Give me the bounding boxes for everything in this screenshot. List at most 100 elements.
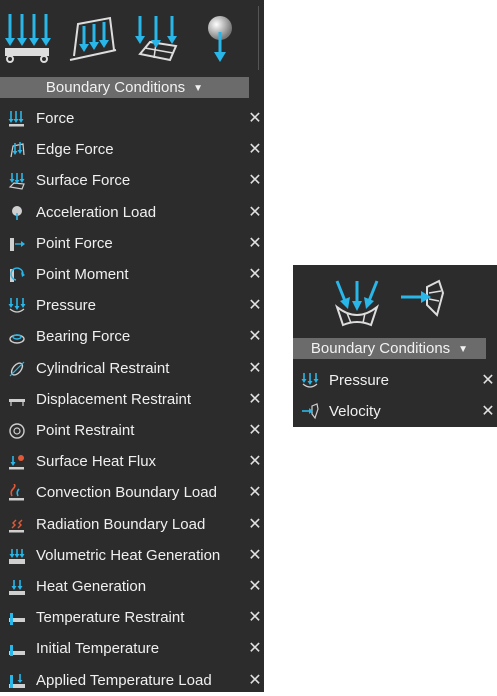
pressure-tool-icon[interactable] [331,279,383,327]
list-item[interactable]: Displacement Restraint ✕ [0,384,264,415]
pressure-icon [8,298,26,313]
pressure-icon [301,373,319,388]
list-item[interactable]: Point Moment ✕ [0,259,264,290]
close-icon[interactable]: ✕ [248,228,262,259]
boundary-conditions-dropdown[interactable]: Boundary Conditions ▼ [293,338,486,359]
velocity-tool-icon[interactable] [399,279,447,319]
close-icon[interactable]: ✕ [248,477,262,508]
list-item-label: Heat Generation [36,578,147,595]
force-icon [8,111,24,127]
close-icon[interactable]: ✕ [248,446,262,477]
surface-force-tool-icon[interactable] [132,14,180,64]
list-item-label: Bearing Force [36,328,131,346]
list-item[interactable]: Acceleration Load ✕ [0,197,264,228]
list-item-label: Convection Boundary Load [36,484,217,502]
list-item[interactable]: Initial Temperature ✕ [0,633,264,664]
close-icon[interactable]: ✕ [248,665,262,696]
chevron-down-icon: ▼ [193,83,204,94]
boundary-conditions-panel: Boundary Conditions ▼ Force ✕ Edge Force ✕ Su… [0,0,264,692]
list-item[interactable]: Surface Force ✕ [0,165,264,196]
list-item[interactable]: Volumetric Heat Generation ✕ [0,540,264,571]
close-icon[interactable]: ✕ [248,321,262,352]
close-icon[interactable]: ✕ [481,396,495,427]
list-item[interactable]: Edge Force ✕ [0,134,264,165]
list-item[interactable]: Convection Boundary Load ✕ [0,477,264,508]
surface-heat-flux-icon [9,455,24,470]
close-icon[interactable]: ✕ [248,602,262,633]
close-icon[interactable]: ✕ [248,384,262,415]
list-item-label: Point Force [36,234,113,252]
close-icon[interactable]: ✕ [248,134,262,165]
point-force-icon [10,237,25,251]
acceleration-load-tool-icon[interactable] [204,14,236,64]
displacement-restraint-icon [9,398,25,406]
close-icon[interactable]: ✕ [248,197,262,228]
convection-icon [9,484,24,501]
point-restraint-icon [9,423,25,439]
list-item[interactable]: Applied Temperature Load ✕ [0,665,264,696]
close-icon[interactable]: ✕ [248,290,262,321]
list-item-label: Surface Heat Flux [36,453,157,471]
list-item[interactable]: Force ✕ [0,103,264,134]
list-item[interactable]: Pressure ✕ [293,365,497,396]
list-item-label: Pressure [36,297,97,315]
boundary-conditions-label: Boundary Conditions [45,79,186,96]
velocity-icon [302,403,319,420]
close-icon[interactable]: ✕ [248,633,262,664]
list-item-label: Point Moment [36,266,129,283]
acceleration-load-icon [12,205,22,220]
bearing-force-icon [9,334,25,345]
list-item-label: Cylindrical Restraint [36,359,170,377]
boundary-conditions-label: Boundary Conditions [310,340,451,357]
list-item[interactable]: Heat Generation ✕ [0,571,264,602]
boundary-conditions-dropdown[interactable]: Boundary Conditions ▼ [0,77,249,98]
list-item-label: Temperature Restraint [36,609,185,627]
close-icon[interactable]: ✕ [481,365,495,396]
list-item-label: Point Restraint [36,422,135,439]
edge-force-icon [10,142,25,158]
fluid-boundary-conditions-panel: Boundary Conditions ▼ Pressure ✕ Velocity ✕ [293,265,497,427]
chevron-down-icon: ▼ [458,344,469,355]
initial-temperature-icon [9,645,25,657]
point-moment-icon [10,267,25,282]
surface-force-icon [8,173,25,191]
edge-force-tool-icon[interactable] [66,14,118,64]
close-icon[interactable]: ✕ [248,540,262,571]
list-item[interactable]: Point Restraint ✕ [0,415,264,446]
close-icon[interactable]: ✕ [248,571,262,602]
list-item-label: Edge Force [36,141,114,159]
ribbon-separator [258,6,259,70]
close-icon[interactable]: ✕ [248,103,262,134]
list-item-label: Radiation Boundary Load [36,515,206,533]
list-item[interactable]: Temperature Restraint ✕ [0,602,264,633]
list-item-label: Applied Temperature Load [36,671,212,689]
temperature-restraint-icon [9,613,25,626]
radiation-icon [9,519,24,533]
cylindrical-restraint-icon [9,361,25,377]
volumetric-heat-icon [9,548,25,564]
list-item-label: Initial Temperature [36,640,160,658]
list-item-label: Surface Force [36,172,131,190]
close-icon[interactable]: ✕ [248,509,262,540]
close-icon[interactable]: ✕ [248,415,262,446]
list-item[interactable]: Bearing Force ✕ [0,321,264,352]
list-item[interactable]: Point Force ✕ [0,228,264,259]
heat-generation-icon [9,580,25,595]
list-item[interactable]: Surface Heat Flux ✕ [0,446,264,477]
list-item-label: Force [36,110,75,127]
force-tool-icon[interactable] [2,12,52,64]
applied-temperature-icon [9,673,25,688]
list-item[interactable]: Velocity ✕ [293,396,497,427]
close-icon[interactable]: ✕ [248,165,262,196]
close-icon[interactable]: ✕ [248,353,262,384]
list-item[interactable]: Radiation Boundary Load ✕ [0,509,264,540]
list-item[interactable]: Pressure ✕ [0,290,264,321]
list-item-label: Acceleration Load [36,203,157,221]
toolbar-ribbon [0,0,264,75]
list-item-label: Displacement Restraint [36,390,192,408]
toolbar-ribbon [293,265,497,337]
list-item[interactable]: Cylindrical Restraint ✕ [0,353,264,384]
list-item-label: Velocity [329,403,381,420]
close-icon[interactable]: ✕ [248,259,262,290]
list-item-label: Volumetric Heat Generation [36,546,221,564]
